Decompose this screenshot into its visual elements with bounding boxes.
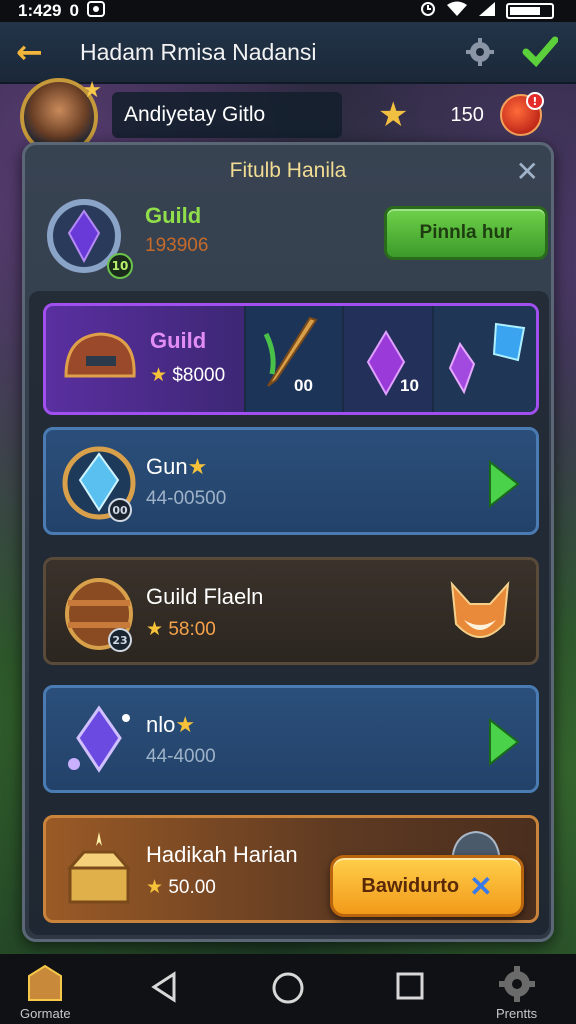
reward-list: Guild ★ $8000 00 10 00 Gun★ 44-00500 23 … [29, 291, 549, 935]
nav-home[interactable]: Gormate [20, 964, 71, 1021]
nav-home-circle[interactable] [270, 970, 306, 1006]
star-icon: ★ [175, 712, 196, 737]
back-arrow-icon[interactable]: ← [16, 33, 56, 71]
item-badge: 00 [108, 498, 132, 522]
rank-star-icon: ★ [82, 78, 102, 103]
gems-icon [448, 322, 526, 395]
item-name: Hadikah Harian [146, 842, 298, 867]
featured-cell-sword[interactable]: 00 [244, 306, 342, 412]
nav-back[interactable] [148, 970, 182, 1004]
featured-price: ★ $8000 [150, 365, 226, 386]
gear-icon [466, 38, 494, 66]
purple-crystal-icon [68, 705, 130, 773]
sword-icon [263, 316, 318, 387]
star-icon: ★ [150, 365, 168, 386]
featured-cell-count: 10 [400, 376, 419, 395]
chevron-right-icon[interactable] [486, 458, 522, 510]
featured-main: Guild ★ $8000 [46, 306, 244, 412]
golden-chest-icon [66, 832, 132, 904]
nav-label: Gormate [20, 1006, 71, 1021]
circle-home-icon [272, 972, 304, 1004]
claim-button[interactable]: Bawidurto ✕ [330, 855, 524, 917]
item-name: Gun★ [146, 454, 208, 479]
settings-gear-button[interactable] [460, 32, 500, 72]
item-badge: 23 [108, 628, 132, 652]
status-time: 1:429 [18, 1, 62, 20]
list-item[interactable]: nlo★ 44-4000 [43, 685, 539, 793]
star-sword-icon: ★ [378, 95, 409, 135]
item-name: nlo★ [146, 712, 196, 737]
player-name: Andiyetay Gitlo [112, 92, 342, 138]
featured-reward-card[interactable]: Guild ★ $8000 00 10 [43, 303, 539, 415]
battery-icon [506, 3, 554, 19]
gear-icon [498, 966, 535, 1002]
chest-icon [28, 964, 63, 1001]
guild-header: 10 Guild 193906 Pinnla hur [41, 193, 548, 283]
checkmark-icon [522, 36, 558, 68]
featured-name: Guild [150, 328, 207, 353]
currency-amount: 150 [450, 103, 484, 126]
triangle-back-icon [151, 971, 176, 1003]
bottom-nav-bar: Gormate Prentts [0, 954, 576, 1024]
player-profile-row: ★ Andiyetay Gitlo ★ 150 ! [20, 78, 560, 156]
gem-shop-button[interactable]: ! [499, 92, 544, 136]
item-price: ★ 58:00 [146, 619, 216, 640]
guild-action-button[interactable]: Pinnla hur [384, 206, 548, 260]
featured-cell-count: 00 [294, 376, 313, 395]
list-item[interactable]: 00 Gun★ 44-00500 [43, 427, 539, 535]
page-title: Hadam Rmisa Nadansi [80, 38, 317, 65]
guild-level-badge: 10 [107, 253, 133, 279]
nav-settings[interactable]: Prentts [496, 964, 537, 1021]
featured-cell-crystal[interactable]: 10 [342, 306, 432, 412]
notification-icon [86, 0, 105, 22]
item-value: 44-00500 [146, 488, 227, 509]
list-item[interactable]: 23 Guild Flaeln ★ 58:00 [43, 557, 539, 665]
confirm-check-button[interactable] [520, 32, 560, 72]
item-value: 44-4000 [146, 746, 216, 767]
star-icon: ★ [146, 619, 164, 640]
star-icon: ★ [146, 877, 164, 898]
guild-panel: Fitulb Hanila ✕ 10 Guild 193906 Pinnla h… [22, 142, 554, 942]
guild-name: Guild [145, 203, 202, 228]
nav-label: Prentts [496, 1006, 538, 1021]
helmet-icon [64, 332, 136, 378]
guild-amount: 193906 [145, 235, 209, 256]
nav-recents[interactable] [394, 970, 426, 1002]
status-indicator: 0 [69, 1, 79, 20]
chevron-right-icon[interactable] [486, 716, 522, 768]
claim-button-label: Bawidurto [361, 874, 460, 897]
square-recents-icon [396, 972, 424, 1000]
featured-cell-gems[interactable] [432, 306, 536, 412]
close-icon[interactable]: ✕ [516, 155, 539, 188]
status-bar: 1:429 0 [0, 0, 576, 22]
cross-icon: ✕ [469, 870, 493, 902]
signal-icon [478, 1, 496, 22]
alarm-icon [420, 1, 436, 22]
alert-badge: ! [525, 92, 544, 110]
item-price: ★ 50.00 [146, 877, 216, 898]
panel-title: Fitulb Hanila [229, 159, 347, 182]
top-header: ← Hadam Rmisa Nadansi [0, 22, 576, 84]
wifi-icon [446, 1, 468, 22]
fox-pet-icon [450, 581, 510, 638]
item-name: Guild Flaeln [146, 584, 264, 609]
star-icon: ★ [187, 454, 208, 479]
